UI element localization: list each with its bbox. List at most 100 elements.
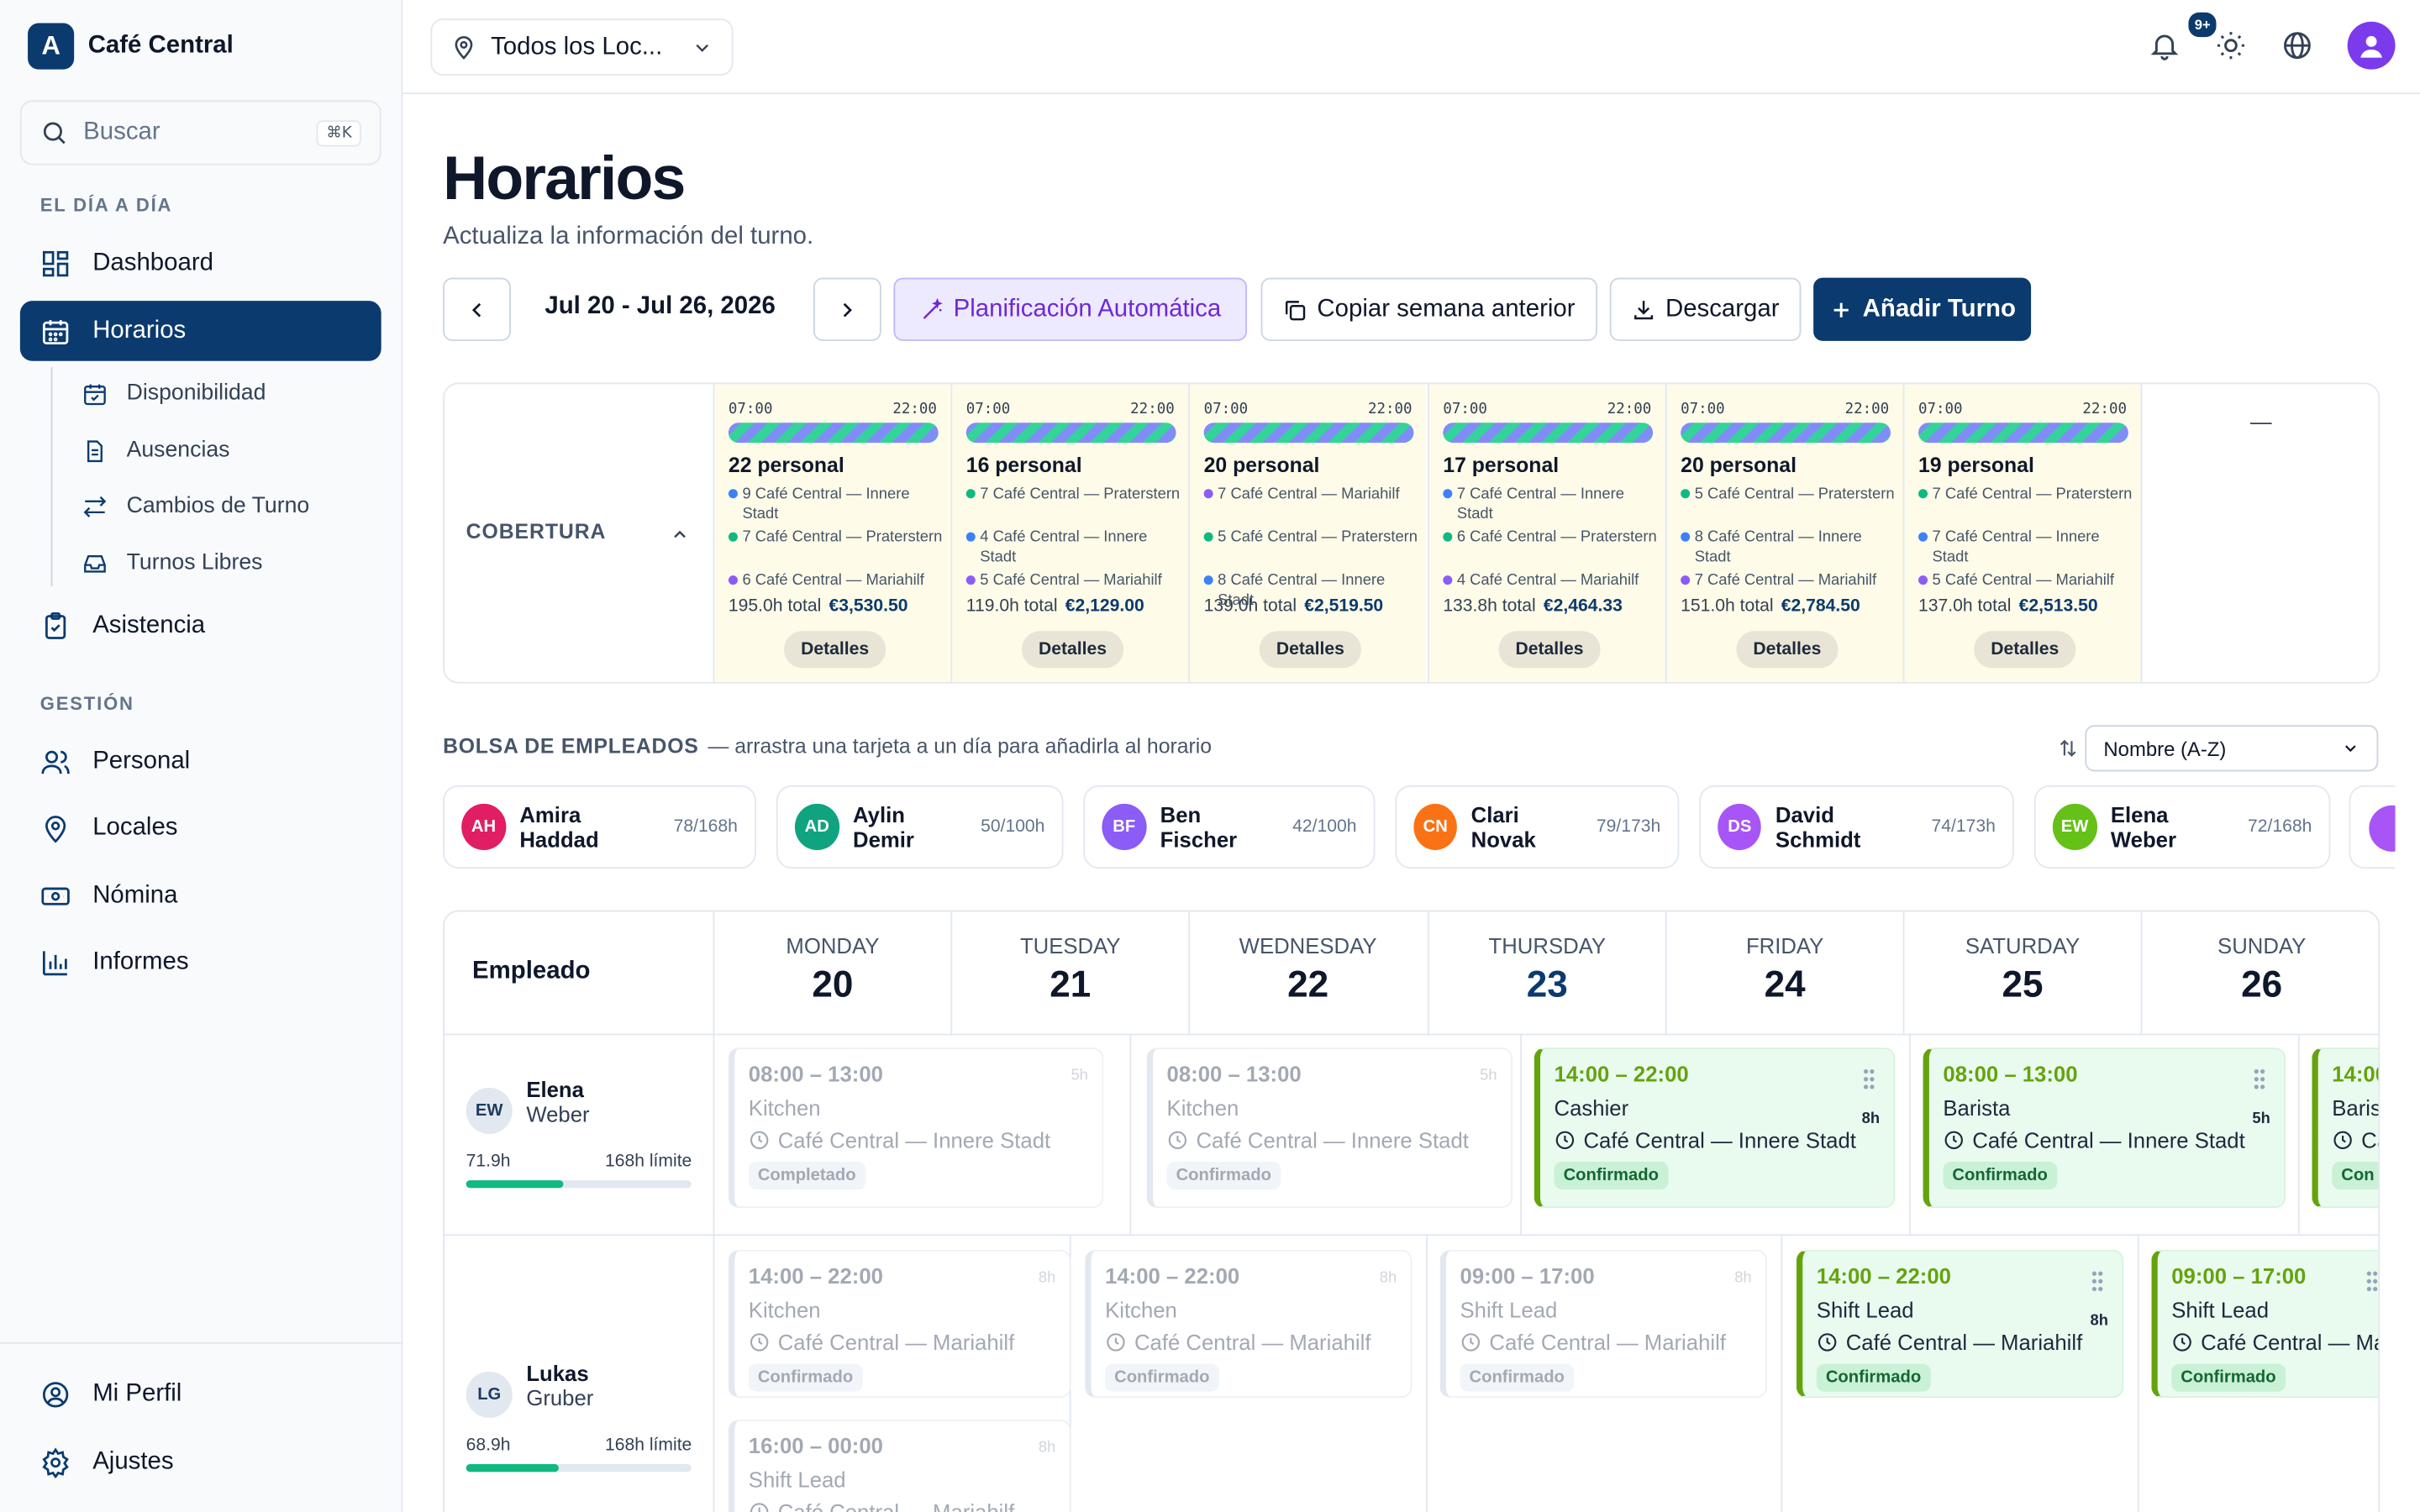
location-select[interactable]: Todos los Loc... <box>430 18 734 76</box>
sidebar-item-turnos-libres[interactable]: Turnos Libres <box>82 540 262 586</box>
hours-progress-fill <box>466 1180 563 1189</box>
coverage-staff: 20 personal <box>1203 453 1320 477</box>
sidebar-item-nomina[interactable]: Nómina <box>20 865 381 926</box>
coverage-location: 7 Café Central — Innere Stadt <box>1443 485 1659 525</box>
pool-card-partial[interactable] <box>2349 785 2396 869</box>
auto-plan-button[interactable]: Planificación Automática <box>893 277 1248 341</box>
employee-pool-card[interactable]: BF Ben Fischer 42/100h <box>1083 785 1376 869</box>
employee-name: Elena Weber <box>2110 802 2177 852</box>
shift-location-text: Café Central — Innere Stadt <box>777 1127 1051 1153</box>
sidebar-item-cambios[interactable]: Cambios de Turno <box>82 483 309 529</box>
column-divider <box>1129 1033 1132 1235</box>
shift-card[interactable]: 14:00 – 22:00 Cashier Café Central — Inner… <box>1534 1047 1896 1209</box>
day-name: THURSDAY <box>1488 933 1607 958</box>
location-dot <box>1203 489 1213 499</box>
copy-week-button[interactable]: Copiar semana anterior <box>1260 277 1597 341</box>
add-shift-button[interactable]: Añadir Turno <box>1813 277 2032 341</box>
sidebar-item-dashboard[interactable]: Dashboard <box>20 233 381 293</box>
next-week-button[interactable] <box>813 277 881 341</box>
details-button[interactable]: Detalles <box>1259 631 1361 669</box>
shift-card[interactable]: 08:00 – 13:00 Barista Café Central — Inner… <box>1923 1047 2286 1209</box>
coverage-total: 137.0h total €2,513.50 <box>1918 597 2098 616</box>
map-pin-icon <box>455 36 473 60</box>
shift-card[interactable]: 08:00 – 13:00 Kitchen Café Central — Inner… <box>728 1047 1104 1209</box>
shift-card[interactable]: 08:00 – 13:00 Kitchen Café Central — Inner… <box>1146 1047 1512 1209</box>
shift-card[interactable]: 09:00 – 17:00 Shift Lead Café Central — Ma… <box>1439 1249 1768 1399</box>
add-shift-label: Añadir Turno <box>1862 295 2016 322</box>
shift-time: 08:00 – 13:00 <box>748 1061 883 1087</box>
shift-role: Cashier <box>1554 1095 1629 1121</box>
employee-hours: 79/173h <box>1596 817 1661 837</box>
clock-icon <box>750 1131 769 1150</box>
shift-location-text: Café Central — Mariahilf <box>777 1499 1015 1512</box>
details-button[interactable]: Detalles <box>1498 631 1601 669</box>
app-name: Café Central <box>87 32 234 59</box>
download-button[interactable]: Descargar <box>1609 277 1802 341</box>
sun-icon[interactable] <box>2215 29 2248 62</box>
sidebar-item-informes[interactable]: Informes <box>20 932 381 992</box>
shift-card[interactable]: 09:00 – 17:00 Shift Lead Café Central — Ma… <box>2151 1249 2379 1399</box>
employee-pool-card[interactable]: CN Clari Novak 79/173h <box>1395 785 1680 869</box>
shift-role: Kitchen <box>1105 1297 1177 1323</box>
details-button[interactable]: Detalles <box>1974 631 2076 669</box>
status-badge: Confirmado <box>1105 1363 1219 1392</box>
sidebar-item-locales[interactable]: Locales <box>20 798 381 858</box>
shift-card[interactable]: 16:00 – 00:00 Shift Lead Café Central — Ma… <box>728 1419 1071 1512</box>
sidebar-item-horarios[interactable]: Horarios <box>19 301 381 361</box>
details-button[interactable]: Detalles <box>784 631 886 669</box>
user-avatar[interactable] <box>2347 21 2396 70</box>
sidebar-item-disponibilidad[interactable]: Disponibilidad <box>82 370 266 417</box>
drag-handle-icon[interactable] <box>2091 1269 2104 1292</box>
shift-location-text: Ca <box>2361 1127 2378 1153</box>
employee-row-header[interactable]: LG Lukas Gruber 68.9h 168h límite <box>466 1361 692 1473</box>
employee-row-header[interactable]: EW Elena Weber 71.9h 168h límite <box>466 1077 692 1189</box>
location-dot <box>1443 532 1453 542</box>
shift-card[interactable]: 14:00 Baris Ca Con <box>2312 1047 2379 1209</box>
bell-icon[interactable] <box>2149 29 2181 62</box>
location-dot <box>728 575 738 585</box>
coverage-end: 22:00 <box>2082 401 2127 418</box>
shift-duration: 5h <box>1071 1067 1088 1085</box>
app-logo: A <box>28 23 75 70</box>
search-input[interactable]: Buscar ⌘K <box>19 100 381 165</box>
shift-card[interactable]: 14:00 – 22:00 Kitchen Café Central — Maria… <box>728 1249 1071 1399</box>
shift-time: 08:00 – 13:00 <box>1943 1061 2078 1087</box>
drag-handle-icon[interactable] <box>1862 1067 1876 1089</box>
globe-icon[interactable] <box>2281 29 2314 62</box>
coverage-end: 22:00 <box>1607 401 1652 418</box>
shift-role: Kitchen <box>748 1095 821 1121</box>
sort-icon[interactable] <box>2057 738 2079 759</box>
employee-pool-card[interactable]: AD Aylin Demir 50/100h <box>776 785 1064 869</box>
day-name: TUESDAY <box>1019 933 1121 958</box>
coverage-location: 4 Café Central — Innere Stadt <box>965 528 1182 568</box>
chevron-up-icon[interactable] <box>670 524 690 544</box>
drag-handle-icon[interactable] <box>2365 1269 2379 1292</box>
shift-card[interactable]: 14:00 – 22:00 Kitchen Café Central — Maria… <box>1085 1249 1413 1399</box>
sidebar-item-mi-perfil[interactable]: Mi Perfil <box>20 1364 381 1425</box>
sidebar-item-personal[interactable]: Personal <box>20 732 381 792</box>
shift-card[interactable]: 14:00 – 22:00 Shift Lead Café Central — Ma… <box>1796 1249 2124 1399</box>
employee-pool-card[interactable]: AH Amira Haddad 78/168h <box>443 785 756 869</box>
swap-icon <box>83 495 107 517</box>
sort-select[interactable]: Nombre (A-Z) <box>2085 725 2379 772</box>
employee-pool-card[interactable]: EW Elena Weber 72/168h <box>2033 785 2331 869</box>
details-button[interactable]: Detalles <box>1736 631 1839 669</box>
day-header: FRIDAY 24 <box>1665 911 1903 1036</box>
shift-duration: 8h <box>2090 1313 2108 1331</box>
employee-hours: 68.9h <box>466 1436 511 1456</box>
copy-icon <box>1286 300 1306 320</box>
sidebar-item-ajustes[interactable]: Ajustes <box>20 1431 381 1492</box>
employee-pool-card[interactable]: DS David Schmidt 74/173h <box>1699 785 2014 869</box>
coverage-location: 7 Café Central — Praterstern <box>1918 485 2134 505</box>
details-button[interactable]: Detalles <box>1021 631 1124 669</box>
hours-progress-bar <box>466 1464 692 1473</box>
location-dot <box>1443 575 1453 585</box>
prev-week-button[interactable] <box>443 277 511 341</box>
sidebar-item-ausencias[interactable]: Ausencias <box>82 428 229 474</box>
drag-handle-icon[interactable] <box>2253 1067 2266 1089</box>
shift-location: Café Central — Ma <box>2171 1330 2378 1355</box>
brand[interactable]: A Café Central <box>28 23 234 70</box>
coverage-staff: 17 personal <box>1443 453 1560 477</box>
chevron-down-icon <box>2345 745 2356 753</box>
sidebar-item-asistencia[interactable]: Asistencia <box>20 596 381 656</box>
